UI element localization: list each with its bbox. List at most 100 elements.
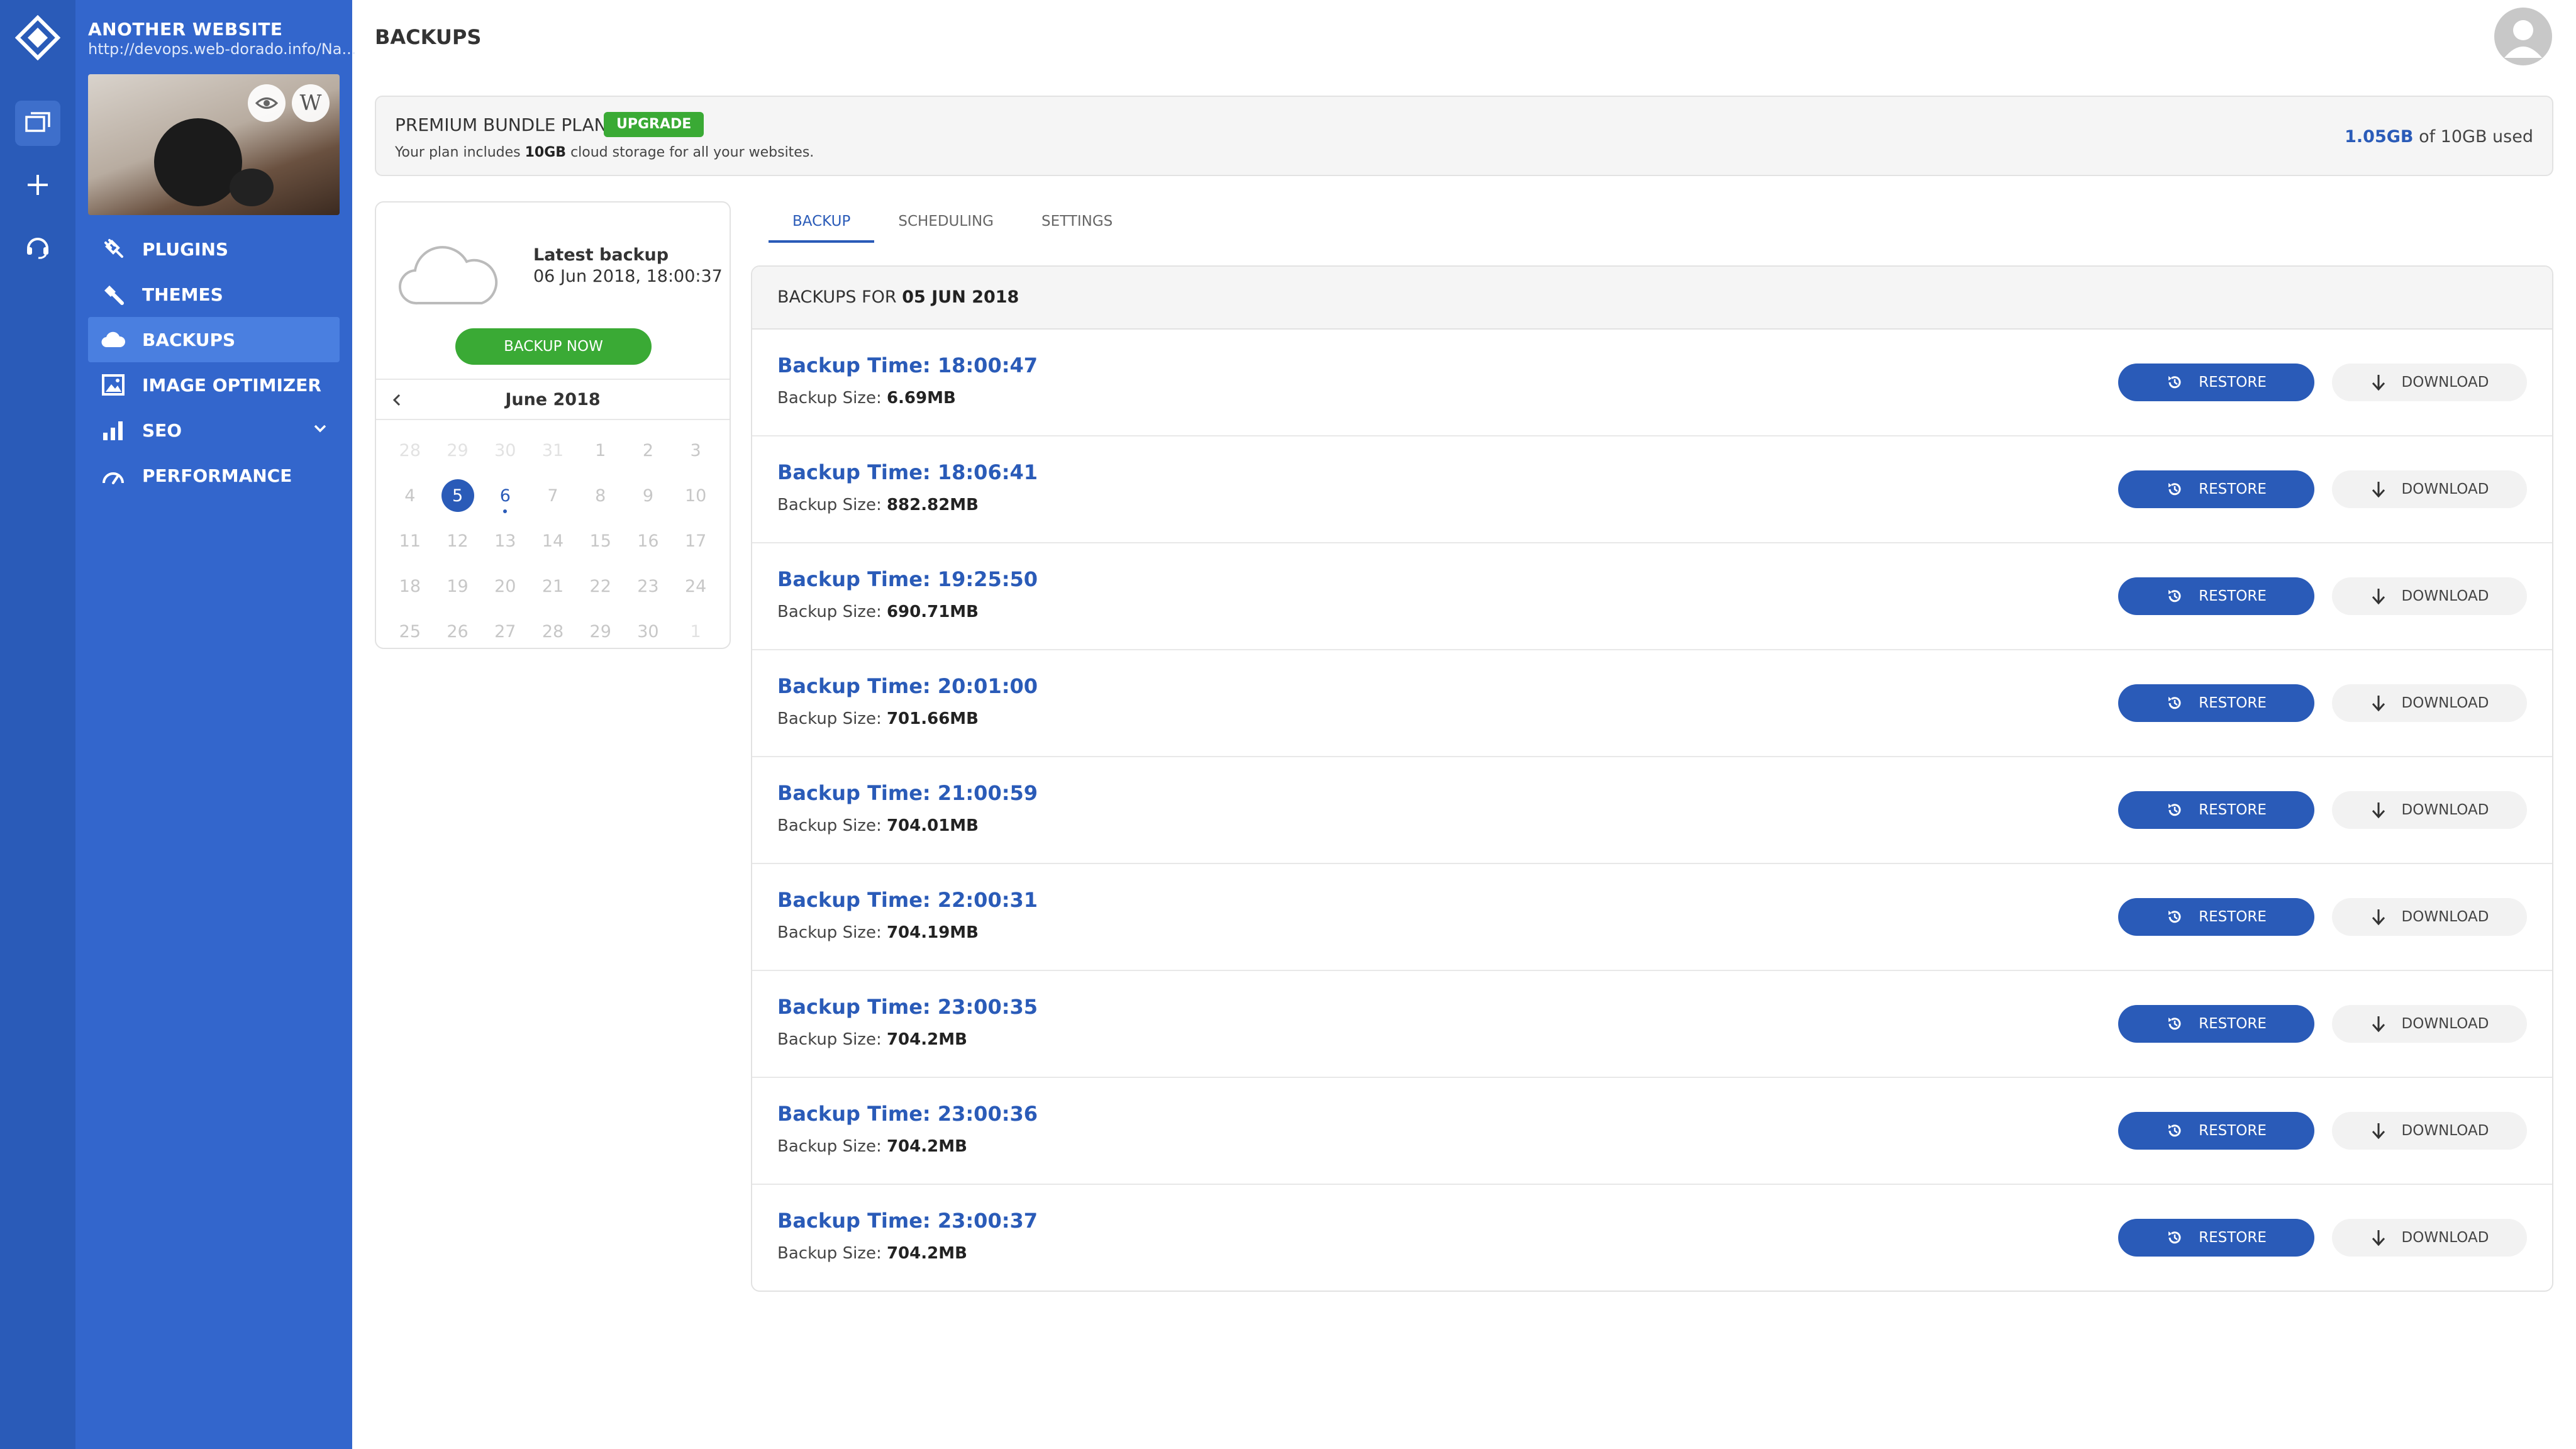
download-button[interactable]: DOWNLOAD <box>2332 1005 2527 1043</box>
headset-icon[interactable] <box>15 224 60 269</box>
calendar-day[interactable]: 28 <box>386 428 434 473</box>
calendar-day[interactable]: 8 <box>577 473 625 518</box>
download-button[interactable]: DOWNLOAD <box>2332 364 2527 401</box>
backup-time[interactable]: Backup Time: 21:00:59 <box>777 781 1038 805</box>
backup-time[interactable]: Backup Time: 18:00:47 <box>777 353 1038 377</box>
upgrade-button[interactable]: UPGRADE <box>604 112 704 137</box>
restore-button[interactable]: RESTORE <box>2118 577 2314 615</box>
site-thumbnail[interactable]: W <box>88 74 340 215</box>
download-button[interactable]: DOWNLOAD <box>2332 898 2527 936</box>
backup-time-prefix: Backup Time: <box>777 888 938 912</box>
calendar-day[interactable]: 11 <box>386 518 434 564</box>
calendar-day[interactable]: 25 <box>386 609 434 648</box>
sidebar-item-backups[interactable]: BACKUPS <box>88 317 340 362</box>
calendar-day[interactable]: 23 <box>625 564 672 609</box>
backup-time[interactable]: Backup Time: 23:00:36 <box>777 1102 1038 1126</box>
calendar-day[interactable]: 24 <box>672 564 719 609</box>
restore-button[interactable]: RESTORE <box>2118 684 2314 722</box>
site-url[interactable]: http://devops.web-dorado.info/Na... <box>88 40 356 58</box>
restore-button[interactable]: RESTORE <box>2118 1112 2314 1150</box>
sidebar-item-seo[interactable]: SEO <box>88 408 340 453</box>
calendar-day[interactable]: 5 <box>434 473 482 518</box>
backup-time[interactable]: Backup Time: 19:25:50 <box>777 567 1038 591</box>
calendar-day[interactable]: 17 <box>672 518 719 564</box>
backup-size: Backup Size: 6.69MB <box>777 389 956 408</box>
sidebar-item-image-optimizer[interactable]: IMAGE OPTIMIZER <box>88 362 340 408</box>
download-button[interactable]: DOWNLOAD <box>2332 470 2527 508</box>
calendar-day[interactable]: 1 <box>672 609 719 648</box>
backup-time[interactable]: Backup Time: 23:00:37 <box>777 1209 1038 1233</box>
app-logo-icon[interactable] <box>15 15 60 60</box>
plus-icon[interactable] <box>15 162 60 208</box>
calendar-day[interactable]: 30 <box>481 428 529 473</box>
backup-size: Backup Size: 704.2MB <box>777 1137 967 1156</box>
chevron-down-icon[interactable] <box>312 420 328 441</box>
calendar-day[interactable]: 15 <box>577 518 625 564</box>
calendar-day[interactable]: 29 <box>577 609 625 648</box>
download-button[interactable]: DOWNLOAD <box>2332 577 2527 615</box>
calendar-grid: 28 29 30 31 1 2 3 4 5 6 7 8 9 10 11 12 13 14 15 16 17 18 19 20 2… <box>386 428 719 648</box>
calendar-day[interactable]: 20 <box>481 564 529 609</box>
backup-time[interactable]: Backup Time: 23:00:35 <box>777 995 1038 1019</box>
eye-icon[interactable] <box>248 84 286 122</box>
calendar-day[interactable]: 28 <box>529 609 577 648</box>
backup-size-value: 704.2MB <box>886 1030 967 1049</box>
download-button[interactable]: DOWNLOAD <box>2332 791 2527 829</box>
restore-button[interactable]: RESTORE <box>2118 898 2314 936</box>
calendar-day[interactable]: 7 <box>529 473 577 518</box>
calendar-day[interactable]: 26 <box>434 609 482 648</box>
calendar-day[interactable]: 16 <box>625 518 672 564</box>
calendar-day[interactable]: 3 <box>672 428 719 473</box>
calendar-day[interactable]: 29 <box>434 428 482 473</box>
backup-time[interactable]: Backup Time: 18:06:41 <box>777 460 1038 484</box>
calendar-day[interactable]: 4 <box>386 473 434 518</box>
backup-time[interactable]: Backup Time: 22:00:31 <box>777 888 1038 912</box>
calendar-day[interactable]: 10 <box>672 473 719 518</box>
download-button[interactable]: DOWNLOAD <box>2332 684 2527 722</box>
calendar-day[interactable]: 6 <box>481 473 529 518</box>
download-button[interactable]: DOWNLOAD <box>2332 1112 2527 1150</box>
restore-icon <box>2166 1229 2184 1246</box>
restore-button[interactable]: RESTORE <box>2118 470 2314 508</box>
calendar-day[interactable]: 9 <box>625 473 672 518</box>
calendar-day[interactable]: 22 <box>577 564 625 609</box>
tab-settings[interactable]: SETTINGS <box>1018 208 1136 243</box>
websites-icon[interactable] <box>15 101 60 146</box>
backup-time-value: 19:25:50 <box>937 567 1038 591</box>
calendar-day[interactable]: 13 <box>481 518 529 564</box>
backup-now-button[interactable]: BACKUP NOW <box>455 328 652 365</box>
calendar-day[interactable]: 19 <box>434 564 482 609</box>
tab-backup[interactable]: BACKUP <box>769 208 875 243</box>
restore-button[interactable]: RESTORE <box>2118 1005 2314 1043</box>
calendar-day-label: 15 <box>589 531 611 551</box>
calendar-day[interactable]: 12 <box>434 518 482 564</box>
calendar-day[interactable]: 1 <box>577 428 625 473</box>
calendar-day[interactable]: 21 <box>529 564 577 609</box>
wordpress-icon[interactable]: W <box>292 84 330 122</box>
calendar-day[interactable]: 18 <box>386 564 434 609</box>
backup-time[interactable]: Backup Time: 20:01:00 <box>777 674 1038 698</box>
sidebar-item-themes[interactable]: THEMES <box>88 272 340 317</box>
restore-button[interactable]: RESTORE <box>2118 364 2314 401</box>
sidebar-item-plugins[interactable]: PLUGINS <box>88 226 340 272</box>
backup-size: Backup Size: 690.71MB <box>777 602 979 621</box>
download-button[interactable]: DOWNLOAD <box>2332 1219 2527 1257</box>
restore-label: RESTORE <box>2199 481 2267 497</box>
restore-label: RESTORE <box>2199 374 2267 391</box>
image-icon <box>99 371 127 399</box>
download-label: DOWNLOAD <box>2401 802 2489 818</box>
backup-size-value: 701.66MB <box>886 709 979 728</box>
calendar-day-label: 25 <box>399 621 421 641</box>
calendar-day[interactable]: 2 <box>625 428 672 473</box>
restore-button[interactable]: RESTORE <box>2118 1219 2314 1257</box>
tab-scheduling[interactable]: SCHEDULING <box>874 208 1018 243</box>
calendar-day[interactable]: 31 <box>529 428 577 473</box>
restore-button[interactable]: RESTORE <box>2118 791 2314 829</box>
backup-size-value: 690.71MB <box>886 602 979 621</box>
calendar-day[interactable]: 14 <box>529 518 577 564</box>
avatar[interactable] <box>2494 8 2552 65</box>
calendar-day[interactable]: 27 <box>481 609 529 648</box>
sidebar-item-performance[interactable]: PERFORMANCE <box>88 453 340 498</box>
backup-size-prefix: Backup Size: <box>777 923 887 942</box>
calendar-day[interactable]: 30 <box>625 609 672 648</box>
